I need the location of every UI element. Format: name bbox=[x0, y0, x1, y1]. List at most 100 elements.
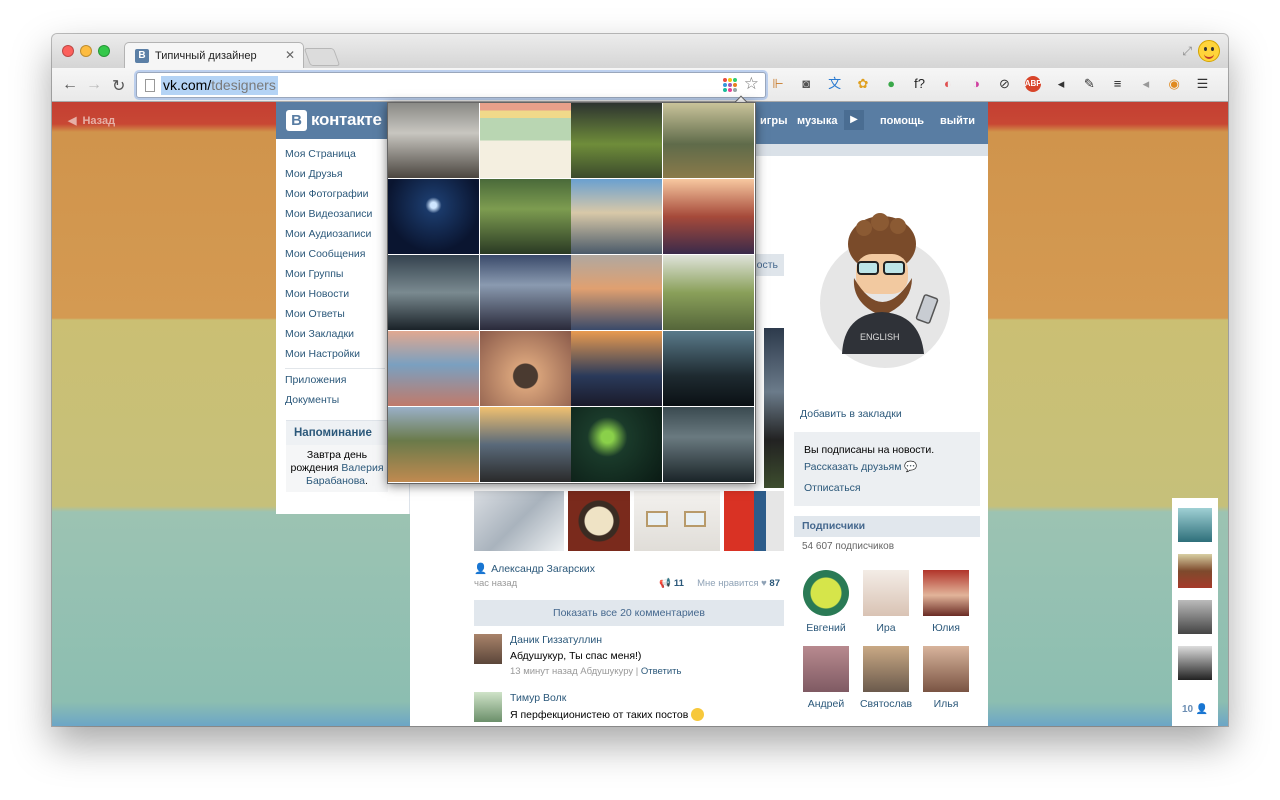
nav-help[interactable]: помощь bbox=[880, 115, 924, 127]
wallpaper-bridge-dusk[interactable] bbox=[571, 255, 662, 330]
menu-item-settings[interactable]: Мои Настройки bbox=[285, 348, 372, 368]
wallpaper-office[interactable] bbox=[388, 103, 479, 178]
apps-grid-icon[interactable] bbox=[723, 78, 739, 94]
wallpaper-cat[interactable] bbox=[571, 407, 662, 482]
group-avatar[interactable]: ENGLISH bbox=[820, 213, 950, 368]
wallpaper-lake-tree[interactable] bbox=[388, 331, 479, 406]
photo-phone-cable[interactable] bbox=[474, 491, 564, 551]
post-author[interactable]: 👤 Александр Загарских bbox=[474, 562, 595, 575]
wallpaper-hills[interactable] bbox=[662, 255, 754, 330]
wallpaper-fog-tree[interactable] bbox=[479, 331, 571, 406]
heart-icon[interactable]: ♥ bbox=[761, 578, 767, 589]
reload-icon[interactable]: ↻ bbox=[112, 76, 125, 96]
color-wheel-icon[interactable]: ◐ bbox=[940, 76, 956, 92]
leaf-icon[interactable]: ● bbox=[883, 76, 899, 92]
pocket-icon[interactable]: ◙ bbox=[798, 76, 814, 92]
wallpaper-bridge[interactable] bbox=[662, 103, 754, 178]
fx-icon[interactable]: f? bbox=[912, 76, 928, 92]
subscriber-avatar[interactable] bbox=[863, 646, 909, 692]
back-link[interactable]: ◀ Назад bbox=[68, 114, 115, 127]
menu-item-bookmarks[interactable]: Мои Закладки bbox=[285, 328, 372, 348]
menu-item-apps[interactable]: Приложения bbox=[285, 374, 346, 394]
tell-friends-link[interactable]: Рассказать друзьям 💬 bbox=[804, 460, 917, 473]
menu-item-news[interactable]: Мои Новости bbox=[285, 288, 372, 308]
wallpaper-rail-yard[interactable] bbox=[571, 179, 662, 254]
firefox-icon[interactable]: ◉ bbox=[1166, 76, 1182, 92]
menu-item-my-page[interactable]: Моя Страница bbox=[285, 148, 372, 168]
subscriber[interactable]: Ира bbox=[856, 570, 916, 634]
repost-count[interactable]: 11 bbox=[674, 578, 684, 589]
minimize-window-button[interactable] bbox=[80, 45, 92, 57]
wallpaper-village[interactable] bbox=[388, 407, 479, 482]
tab-vk[interactable]: B Типичный дизайнер ✕ bbox=[124, 42, 304, 68]
url-text[interactable]: vk.com/tdesigners bbox=[161, 76, 278, 95]
menu-item-audio[interactable]: Мои Аудиозаписи bbox=[285, 228, 372, 248]
subscriber[interactable]: Евгений bbox=[796, 570, 856, 634]
address-bar[interactable]: vk.com/tdesigners ☆ bbox=[136, 72, 766, 98]
puzzle-icon[interactable]: ✿ bbox=[855, 76, 871, 92]
wallpaper-tree[interactable] bbox=[571, 103, 662, 178]
play-more-icon[interactable]: ▶ bbox=[844, 110, 864, 130]
subscriber-avatar[interactable] bbox=[923, 570, 969, 616]
wallpaper-shore[interactable] bbox=[662, 331, 754, 406]
subscriber-avatar[interactable] bbox=[803, 570, 849, 616]
menu-item-friends[interactable]: Мои Друзья bbox=[285, 168, 372, 188]
menu-item-answers[interactable]: Мои Ответы bbox=[285, 308, 372, 328]
wallpaper-barn[interactable] bbox=[571, 331, 662, 406]
online-count[interactable]: 10 👤 bbox=[1182, 704, 1208, 715]
friend-thumb[interactable] bbox=[1178, 508, 1212, 542]
close-tab-icon[interactable]: ✕ bbox=[285, 48, 295, 62]
add-bookmark-link[interactable]: Добавить в закладки bbox=[800, 408, 902, 420]
commenter-name[interactable]: Тимур Волк bbox=[510, 692, 566, 704]
like-label[interactable]: Мне нравится bbox=[697, 578, 758, 589]
menu-item-photos[interactable]: Мои Фотографии bbox=[285, 188, 372, 208]
wallpaper-sunset-room[interactable] bbox=[662, 179, 754, 254]
menu-item-videos[interactable]: Мои Видеозаписи bbox=[285, 208, 372, 228]
wallpaper-stripes[interactable] bbox=[479, 103, 571, 178]
subscriber[interactable]: Юлия bbox=[916, 570, 976, 634]
friend-thumb[interactable] bbox=[1178, 646, 1212, 680]
wallpaper-city[interactable] bbox=[479, 255, 571, 330]
subscriber-avatar[interactable] bbox=[863, 570, 909, 616]
eyedropper-icon[interactable]: ✎ bbox=[1081, 76, 1097, 92]
photo-watch[interactable] bbox=[568, 491, 630, 551]
forward-arrow-icon[interactable]: → bbox=[86, 76, 102, 94]
volume-icon[interactable]: ◂ bbox=[1138, 76, 1154, 92]
bookmark-star-icon[interactable]: ☆ bbox=[744, 74, 759, 94]
show-all-comments-button[interactable]: Показать все 20 комментариев bbox=[474, 600, 784, 626]
commenter-avatar[interactable] bbox=[474, 634, 502, 664]
unsubscribe-link[interactable]: Отписаться bbox=[804, 482, 861, 494]
subscriber[interactable]: Илья bbox=[916, 646, 976, 710]
subscribers-header[interactable]: Подписчики bbox=[794, 516, 980, 537]
fullscreen-icon[interactable]: ⤢ bbox=[1182, 44, 1192, 59]
friend-thumb[interactable] bbox=[1178, 554, 1212, 588]
new-tab-button[interactable] bbox=[303, 48, 341, 66]
subscriber-avatar[interactable] bbox=[803, 646, 849, 692]
menu-item-documents[interactable]: Документы bbox=[285, 394, 346, 414]
layers-icon[interactable]: ≡ bbox=[1110, 76, 1126, 92]
close-window-button[interactable] bbox=[62, 45, 74, 57]
subscriber-avatar[interactable] bbox=[923, 646, 969, 692]
menu-item-messages[interactable]: Мои Сообщения bbox=[285, 248, 372, 268]
friend-thumb[interactable] bbox=[1178, 600, 1212, 634]
subscriber[interactable]: Святослав bbox=[856, 646, 916, 710]
commenter-name[interactable]: Даник Гиззатуллин bbox=[510, 634, 602, 646]
wallpaper-station[interactable] bbox=[388, 255, 479, 330]
color-wheel-icon[interactable]: ◑ bbox=[968, 76, 984, 92]
megaphone-icon[interactable]: 📢 bbox=[659, 578, 671, 589]
zoom-window-button[interactable] bbox=[98, 45, 110, 57]
wallpaper-ruins[interactable] bbox=[662, 407, 754, 482]
wallpaper-night-sky[interactable] bbox=[388, 179, 479, 254]
photo-frames[interactable] bbox=[634, 491, 720, 551]
nav-music[interactable]: музыка bbox=[797, 115, 837, 127]
speaker-icon[interactable]: ◂ bbox=[1053, 76, 1069, 92]
bookmark-icon[interactable]: ⊩ bbox=[770, 76, 786, 92]
sync-icon[interactable]: ⊘ bbox=[996, 76, 1012, 92]
back-arrow-icon[interactable]: ← bbox=[62, 76, 78, 94]
profile-smiley-icon[interactable] bbox=[1198, 40, 1220, 62]
reply-link[interactable]: Ответить bbox=[641, 666, 682, 677]
commenter-avatar[interactable] bbox=[474, 692, 502, 722]
translate-icon[interactable]: 文 bbox=[827, 76, 843, 92]
nav-logout[interactable]: выйти bbox=[940, 115, 975, 127]
subscriber[interactable]: Андрей bbox=[796, 646, 856, 710]
